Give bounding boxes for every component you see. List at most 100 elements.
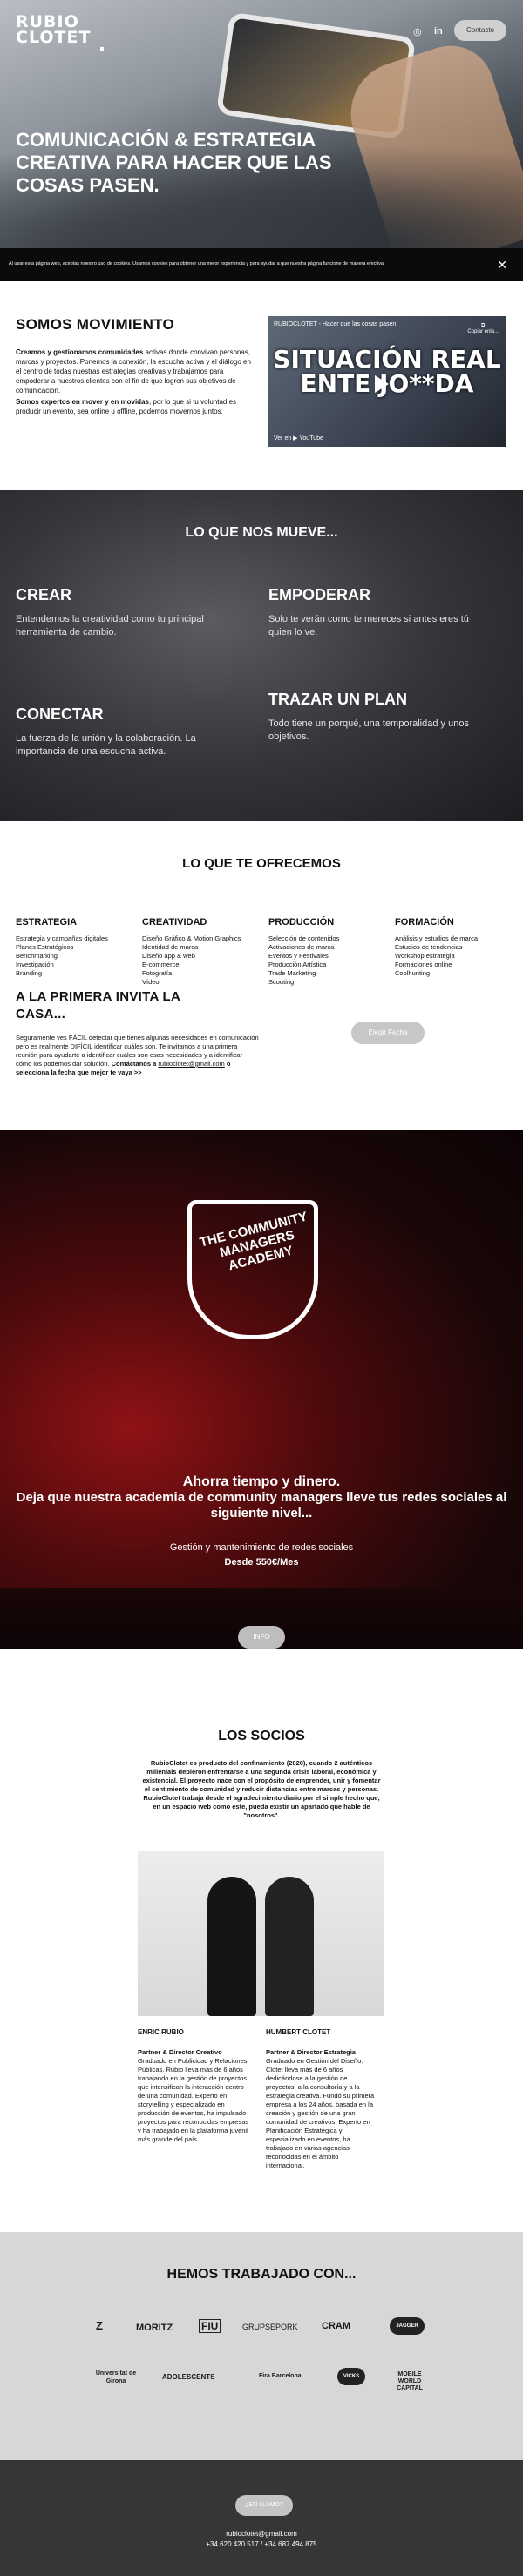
service-item: E-commerce (142, 961, 180, 968)
service-item: Activaciones de marca (268, 943, 335, 951)
somos-link[interactable]: podemos movernos juntos. (139, 408, 223, 415)
info-button[interactable]: INFO (238, 1626, 285, 1649)
partner-bio: Graduado en Publicidad y Relaciones Públ… (138, 2057, 249, 2143)
partner-card: ENRIC RUBIO Partner & Director Creativo … (138, 2028, 251, 2144)
partner-role: Partner & Director Estrategia (266, 2048, 356, 2056)
socios-section: LOS SOCIOS RubioClotet es producto del c… (0, 1694, 523, 2232)
cita-contact: Contáctanos a (111, 1060, 159, 1068)
service-item: Branding (16, 969, 43, 977)
footer-email[interactable]: rubioclotet@gmail.com (0, 2530, 523, 2538)
value-text: Solo te verán como te mereces si antes e… (268, 614, 469, 637)
logo-text: RUBIO CLOTET (16, 12, 92, 47)
service-item: Vídeo (142, 978, 160, 986)
brand-logo: MORITZ (136, 2323, 173, 2333)
service-item: Análisis y estudios de marca (395, 934, 479, 942)
value-title: CONECTAR (16, 705, 104, 723)
service-item: Estudios de tendencias (395, 943, 463, 951)
somos-paragraph-1: Creamos y gestionamos comunidades activa… (16, 347, 251, 395)
video-channel[interactable]: RUBIOCLOTET - Hacer que las cosas pasen (274, 321, 396, 327)
logo[interactable]: RUBIO CLOTET (16, 12, 104, 51)
academy-section: THE COMMUNITY MANAGERS ACADEMY Ahorra ti… (0, 1130, 523, 1588)
hero-section: RUBIO CLOTET ◎ in Contacto Comunicación … (0, 0, 523, 248)
value-title: EMPODERAR (268, 586, 371, 604)
brand-logo: Fira Barcelona (259, 2373, 302, 2379)
cookie-text: Al usar esta página web, aceptas nuestro… (9, 261, 385, 266)
service-column-creatividad: CREATIVIDAD Diseño Gráfico & Motion Grap… (142, 917, 260, 987)
hero-title: Comunicación & estrategia creativa para … (16, 129, 332, 196)
service-item: Identidad de marca (142, 943, 199, 951)
service-column-formacion: FORMACIÓN Análisis y estudios de marca E… (395, 917, 513, 978)
youtube-link[interactable]: Ver en ▶ YouTube (274, 435, 323, 442)
service-item: Diseño Gráfico & Motion Graphics (142, 934, 241, 942)
brand-logo: Z (96, 2319, 103, 2332)
page: RUBIO CLOTET ◎ in Contacto Comunicación … (0, 0, 523, 2576)
value-trazar: TRAZAR UN PLAN Todo tiene un porqué, una… (268, 691, 469, 744)
cookie-banner: Al usar esta página web, aceptas nuestro… (0, 248, 523, 281)
service-item: Eventos y Festivales (268, 952, 329, 960)
service-item: Planes Estratégicos (16, 943, 74, 951)
play-icon[interactable] (375, 375, 389, 393)
partner-figure (265, 1877, 314, 2016)
somos-p2-bold: Somos expertos en mover y en movidas (16, 398, 149, 406)
partner-figure (207, 1877, 256, 2016)
somos-paragraph-2: Somos expertos en mover y en movidas, po… (16, 397, 251, 416)
partners-photo (138, 1851, 384, 2016)
brand-logo: Universitat de Girona (95, 2370, 137, 2384)
cita-mail-link[interactable]: rubioclotet@gmail.com (158, 1060, 224, 1068)
brand-logo: GRUPSEPORK (242, 2323, 298, 2331)
value-title: CREAR (16, 586, 72, 604)
clients-title: HEMOS TRABAJADO CON... (166, 2267, 357, 2282)
mueve-section: LO QUE NOS MUEVE... CREAR Entendemos la … (0, 490, 523, 821)
service-column-estrategia: ESTRATEGIA Estrategia y campañas digital… (16, 917, 133, 978)
share-icon[interactable]: ⧉ Copiar enla... (467, 323, 499, 334)
socios-title: LOS SOCIOS (218, 1729, 305, 1743)
service-title: FORMACIÓN (395, 917, 454, 927)
brand-logo: VICKS (337, 2368, 365, 2385)
value-text: La fuerza de la unión y la colaboración.… (16, 733, 196, 757)
service-item: Trade Marketing (268, 969, 316, 977)
service-title: ESTRATEGIA (16, 917, 78, 927)
service-item: Formaciones online (395, 961, 452, 968)
clients-section: HEMOS TRABAJADO CON... Z MORITZ FIU GRUP… (0, 2232, 523, 2460)
value-text: Entendemos la creatividad como tu princi… (16, 614, 204, 637)
partner-name: ENRIC RUBIO (138, 2028, 184, 2036)
service-item: Fotografía (142, 969, 173, 977)
service-item: Producción Artística (268, 961, 327, 968)
value-title: TRAZAR UN PLAN (268, 691, 407, 708)
footer: ¿EN LLAMO? rubioclotet@gmail.com +34 620… (0, 2460, 523, 2576)
service-column-produccion: PRODUCCIÓN Selección de contenidos Activ… (268, 917, 386, 987)
call-me-button[interactable]: ¿EN LLAMO? (235, 2495, 293, 2516)
service-item: Estrategia y campañas digitales (16, 934, 108, 942)
instagram-icon[interactable]: ◎ (413, 26, 422, 37)
close-icon[interactable]: ✕ (497, 258, 507, 273)
service-item: Diseño app & web (142, 952, 195, 960)
service-item: Investigación (16, 961, 54, 968)
somos-section: SOMOS MOVIMIENTO Creamos y gestionamos c… (0, 281, 523, 490)
choose-date-button[interactable]: Elegir Fecha (351, 1022, 425, 1044)
cita-text: Seguramente ves FÁCIL detectar que tiene… (16, 1034, 260, 1077)
partner-card: HUMBERT CLOTET Partner & Director Estrat… (266, 2028, 379, 2170)
share-label: Copiar enla... (467, 329, 499, 334)
mueve-title: LO QUE NOS MUEVE... (185, 525, 338, 540)
somos-title: SOMOS MOVIMIENTO (16, 316, 175, 333)
ofrecemos-title: LO QUE TE OFRECEMOS (182, 856, 341, 871)
linkedin-icon[interactable]: in (434, 26, 443, 37)
service-item: Workshop estrategia (395, 952, 455, 960)
academy-line-3: Gestión y mantenimiento de redes sociale… (169, 1542, 354, 1553)
ofrecemos-section: LO QUE TE OFRECEMOS ESTRATEGIA Estrategi… (0, 821, 523, 1130)
service-title: CREATIVIDAD (142, 917, 207, 927)
brand-logo: ADOLESCENTS (162, 2373, 215, 2381)
value-conectar: CONECTAR La fuerza de la unión y la cola… (16, 705, 216, 759)
contact-button[interactable]: Contacto (454, 20, 506, 41)
partner-role: Partner & Director Creativo (138, 2048, 222, 2056)
academy-price: Desde 550€/Mes (224, 1557, 299, 1568)
socios-intro: RubioClotet es producto del confinamient… (142, 1759, 381, 1819)
brand-logo: JAGGER (390, 2317, 425, 2335)
service-item: Benchmarking (16, 952, 58, 960)
brand-logo: MOBILE WORLD CAPITAL (397, 2371, 423, 2391)
service-item: Scouting (268, 978, 295, 986)
service-title: PRODUCCIÓN (268, 917, 335, 927)
value-text: Todo tiene un porqué, una temporalidad y… (268, 718, 469, 742)
video-player[interactable]: RUBIOCLOTET - Hacer que las cosas pasen … (268, 316, 506, 447)
service-item: Coolhunting (395, 969, 431, 977)
